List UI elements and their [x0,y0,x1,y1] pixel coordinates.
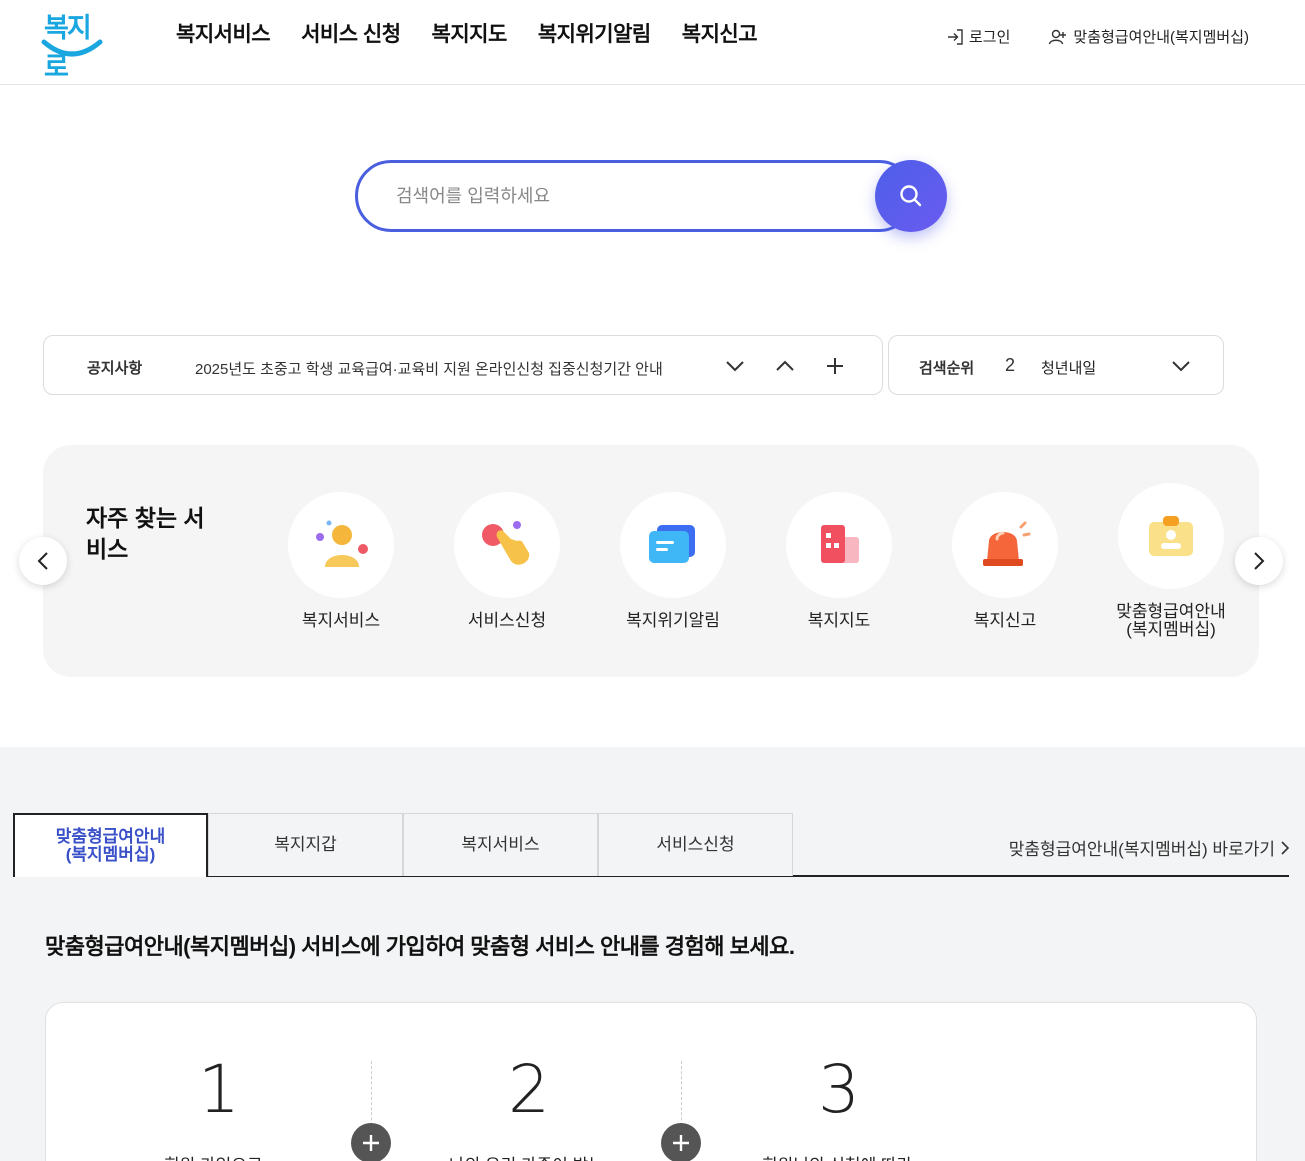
logo[interactable]: 복지로 [40,4,104,82]
map-building-icon [821,525,859,563]
rank-keyword[interactable]: 청년내일 [1041,357,1096,378]
quick-title: 자주 찾는 서비스 [86,505,205,562]
id-badge-icon [1149,516,1193,556]
rank-number: 2 [1005,355,1016,375]
quick-services: 자주 찾는 서비스 복지서비스 서비스신청 복지위기알림 복지지도 복지신고 맞… [43,445,1259,677]
step-description: 회원님의 신청에 따라 [762,1151,912,1161]
quick-item-label: 서비스신청 [467,611,547,630]
search-bar [355,160,947,232]
quick-item-circle [454,492,560,598]
smile-icon [41,39,103,57]
nav-welfare-service[interactable]: 복지서비스 [176,18,271,48]
plus-icon [661,1123,701,1161]
nav-crisis-alert[interactable]: 복지위기알림 [538,18,651,48]
quick-item-circle [288,492,394,598]
search-button[interactable] [875,160,947,232]
membership-label: 맞춤형급여안내(복지멤버십) [1073,29,1249,46]
quick-item-welfare-report[interactable]: 복지신고 [922,492,1088,630]
nav-service-apply[interactable]: 서비스 신청 [301,18,401,48]
step-number: 1 [198,1051,240,1128]
membership-shortcut-link[interactable]: 맞춤형급여안내(복지멤버십) 바로가기 [1009,835,1289,860]
quick-item-label: 복지신고 [973,611,1037,630]
notice-text[interactable]: 2025년도 초중고 학생 교육급여·교육비 지원 온라인신청 집중신청기간 안… [195,358,663,379]
notice-more-button[interactable] [821,352,849,380]
login-icon [948,28,963,45]
notice-prev-button[interactable] [771,352,799,380]
hand-tap-icon [482,521,530,565]
quick-item-service-apply[interactable]: 서비스신청 [424,492,590,630]
chevron-right-icon [1254,552,1265,570]
quick-item-circle [786,492,892,598]
login-label: 로그인 [969,29,1011,46]
siren-icon [983,521,1031,566]
rank-expand-button[interactable] [1167,352,1195,380]
quick-item-circle [1118,483,1224,589]
nav-welfare-map[interactable]: 복지지도 [432,18,508,48]
plus-icon [351,1123,391,1161]
quick-item-circle [952,492,1058,598]
steps-card: 1 회원 가입으로 2 나의 우리 가족이 받는 3 회원님의 신청에 따라 [45,1002,1257,1161]
notice-bar: 공지사항 2025년도 초중고 학생 교육급여·교육비 지원 온라인신청 집중신… [43,335,883,395]
notice-next-button[interactable] [721,352,749,380]
chevron-down-icon [726,361,744,372]
person-icon [316,520,368,567]
quick-item-label: 복지서비스 [301,611,381,630]
notice-label: 공지사항 [87,360,143,377]
step-description: 나의 우리 가족이 받는 [449,1151,604,1161]
quick-item-circle [620,492,726,598]
lead-text: 맞춤형급여안내(복지멤버십) 서비스에 가입하여 맞춤형 서비스 안내를 경험해… [45,934,795,959]
quick-item-welfare-service[interactable]: 복지서비스 [258,492,424,630]
chevron-down-icon [1172,361,1190,372]
message-icon [649,525,695,563]
step-number: 2 [508,1051,550,1128]
quick-next-button[interactable] [1235,537,1283,585]
search-icon [900,185,922,207]
step-description: 회원 가입으로 [164,1151,263,1161]
search-rank-bar: 검색순위 2 청년내일 [888,335,1224,395]
membership-section: 맞춤형급여안내 (복지멤버십) 복지지갑 복지서비스 서비스신청 맞춤형급여안내… [0,747,1305,1161]
tab-membership[interactable]: 맞춤형급여안내 (복지멤버십) [13,813,208,877]
quick-item-label: 맞춤형급여안내 (복지멤버십) [1116,602,1226,639]
user-plus-icon [1049,29,1067,44]
quick-item-crisis-alert[interactable]: 복지위기알림 [590,492,756,630]
tab-welfare-wallet[interactable]: 복지지갑 [208,813,403,876]
main-nav: 복지서비스 서비스 신청 복지지도 복지위기알림 복지신고 [176,18,788,48]
tab-list: 맞춤형급여안내 (복지멤버십) 복지지갑 복지서비스 서비스신청 맞춤형급여안내… [13,813,1289,877]
utility-menu: 로그인 맞춤형급여안내(복지멤버십) [946,26,1249,47]
quick-prev-button[interactable] [19,537,67,585]
tab-service-apply[interactable]: 서비스신청 [598,813,793,876]
membership-link[interactable]: 맞춤형급여안내(복지멤버십) [1048,26,1249,47]
chevron-left-icon [37,552,48,570]
quick-item-membership[interactable]: 맞춤형급여안내 (복지멤버십) [1088,483,1254,639]
site-header: 복지로 복지서비스 서비스 신청 복지지도 복지위기알림 복지신고 로그인 맞춤… [0,0,1305,85]
shortcut-label: 맞춤형급여안내(복지멤버십) 바로가기 [1008,840,1275,859]
login-link[interactable]: 로그인 [946,26,1010,47]
quick-item-label: 복지지도 [807,611,871,630]
nav-welfare-report[interactable]: 복지신고 [682,18,758,48]
search-input[interactable] [355,160,915,232]
rank-label: 검색순위 [919,360,975,377]
quick-item-welfare-map[interactable]: 복지지도 [756,492,922,630]
chevron-right-icon [1281,840,1289,855]
chevron-up-icon [776,360,794,371]
plus-icon [827,358,843,374]
tab-welfare-service[interactable]: 복지서비스 [403,813,598,876]
step-number: 3 [818,1051,860,1128]
quick-item-label: 복지위기알림 [626,611,720,630]
